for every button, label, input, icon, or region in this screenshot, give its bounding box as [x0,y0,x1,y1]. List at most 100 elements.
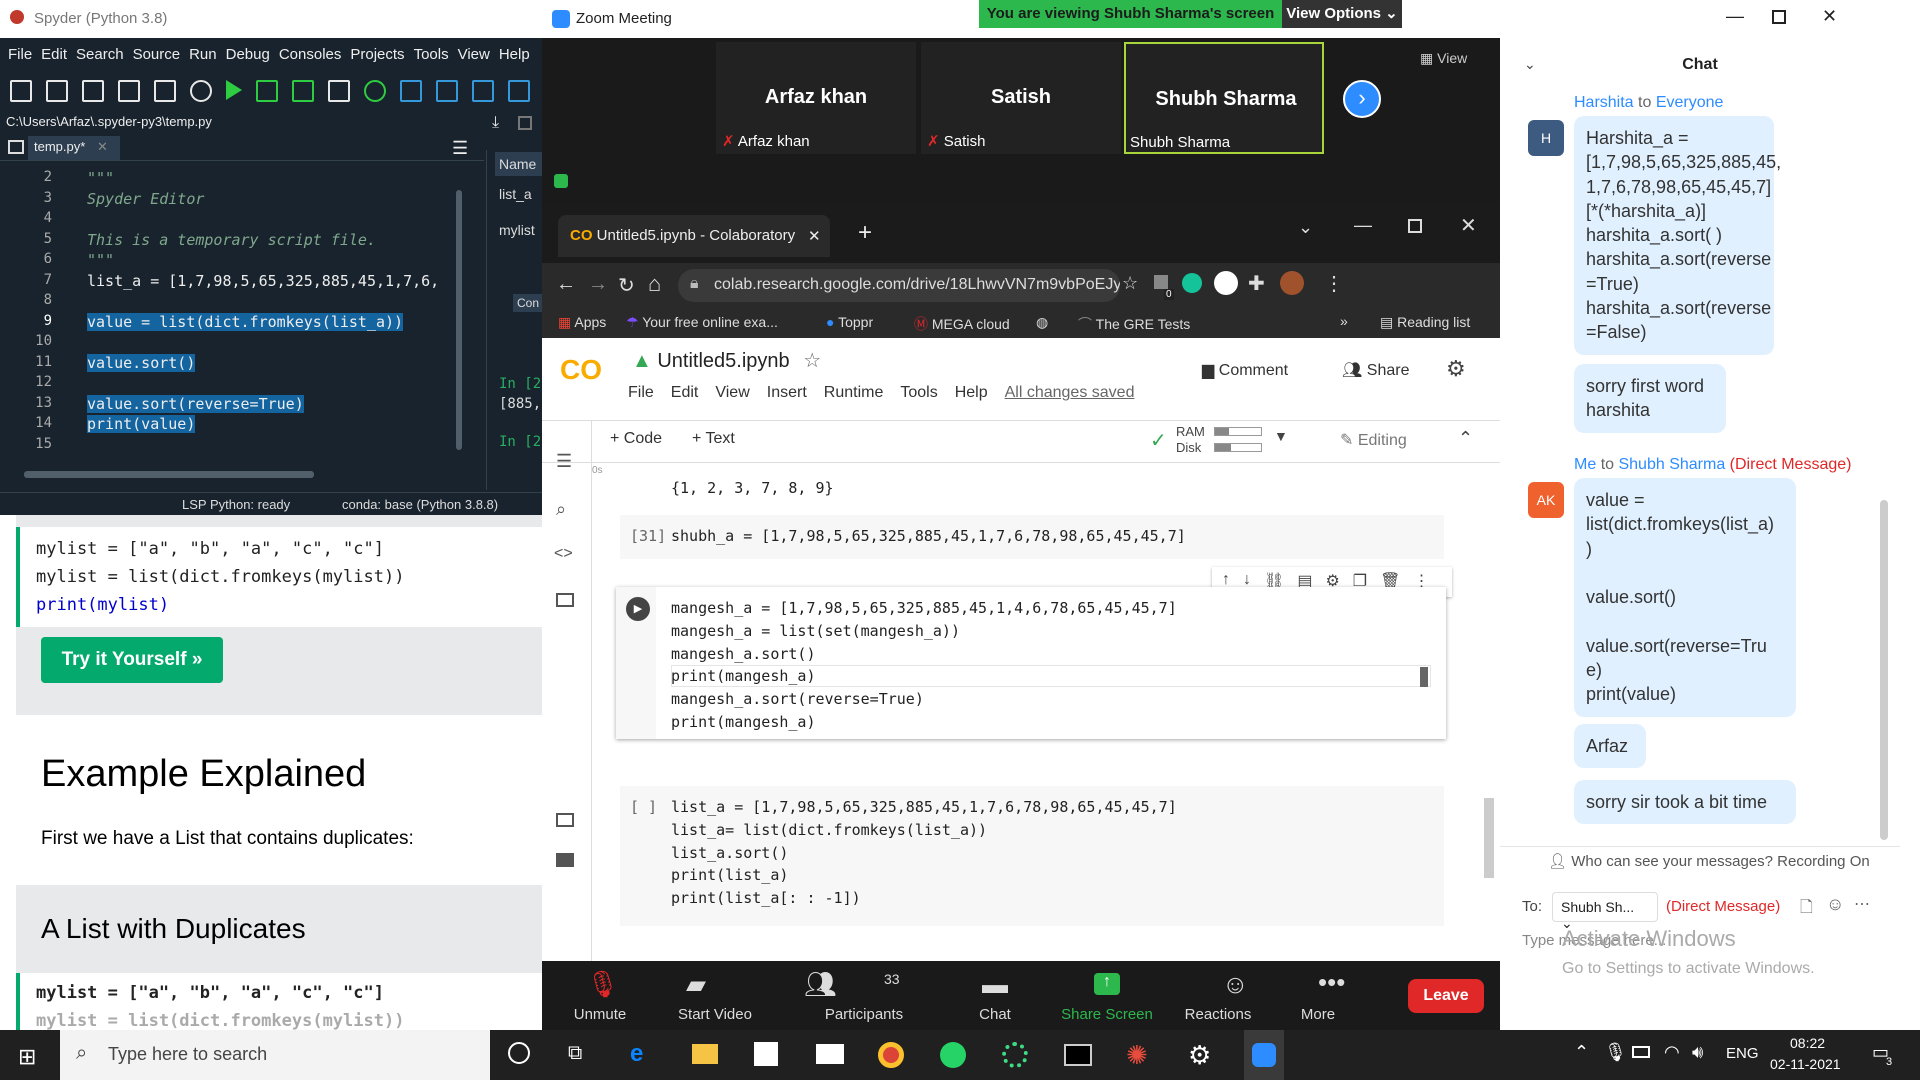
whatsapp-icon[interactable] [940,1042,966,1068]
more-button[interactable]: More [1298,1006,1338,1023]
cortana-icon[interactable] [508,1042,530,1064]
close-window-icon[interactable]: ✕ [1460,213,1477,238]
reading-list[interactable]: ▤ Reading list [1380,314,1470,331]
chrome-icon[interactable] [878,1042,904,1068]
step-into-icon[interactable] [472,80,494,102]
step-out-icon[interactable] [508,80,530,102]
forward-icon[interactable]: → [588,273,608,296]
add-code-button[interactable]: + Code [610,430,662,448]
extension-icon[interactable] [1154,275,1168,289]
chat-icon[interactable]: ▬ [982,969,1008,1000]
browse-tabs-icon[interactable] [8,140,24,154]
unmute-button[interactable]: Unmute [572,1006,628,1023]
bookmark-mega[interactable]: Ⓜ MEGA cloud [914,314,1010,334]
run-cell-icon[interactable] [256,80,278,102]
saved-status[interactable]: All changes saved [1005,384,1135,402]
start-video-button[interactable]: Start Video [673,1006,757,1023]
extensions-puzzle-icon[interactable]: ✚ [1248,271,1265,296]
close-tab-icon[interactable]: ✕ [808,227,821,245]
minimize-icon[interactable]: — [1726,6,1744,27]
address-bar[interactable]: 🔒︎ colab.research.google.com/drive/18Lhw… [678,269,1120,302]
cell-editor[interactable]: mangesh_a = [1,7,98,5,65,325,885,45,1,4,… [656,587,1446,739]
terminal-icon[interactable] [1064,1044,1092,1066]
run-cell-advance-icon[interactable] [292,80,314,102]
share-button[interactable]: 👥︎ Share [1342,360,1409,380]
download-icon[interactable]: ⤓ [492,114,499,132]
spyder-menu-help[interactable]: Help [499,46,530,64]
participants-button[interactable]: Participants [820,1006,908,1023]
new-file-icon[interactable] [10,80,32,102]
command-palette-icon[interactable] [556,813,574,827]
bookmark-toppr[interactable]: ● Toppr [826,314,873,330]
try-it-yourself-button[interactable]: Try it Yourself » [41,637,223,683]
grammarly-icon[interactable] [1182,273,1202,293]
notebook-scrollbar[interactable] [1484,798,1494,878]
bookmark-exam[interactable]: ☂ Your free online exa... [626,314,778,331]
list-icon[interactable] [154,80,176,102]
code-cell-active[interactable]: ▶ mangesh_a = [1,7,98,5,65,325,885,45,1,… [616,587,1446,739]
settings-icon[interactable]: ⚙ [1188,1040,1211,1071]
spyder-menu-run[interactable]: Run [189,46,217,64]
store-icon[interactable] [754,1042,778,1066]
settings-gear-icon[interactable]: ⚙ [1446,356,1466,382]
add-text-button[interactable]: + Text [692,430,735,448]
show-hidden-icons[interactable]: ⌃ [1574,1042,1589,1063]
spyder-menu-file[interactable]: File [8,46,32,64]
colab-menu-file[interactable]: File [628,384,654,402]
clock-date[interactable]: 02-11-2021 [1770,1056,1841,1072]
spyder-menu-source[interactable]: Source [133,46,181,64]
participant-tile-arfaz[interactable]: Arfaz khan ✗ Arfaz khan [716,42,916,154]
minimize-icon[interactable]: — [1354,215,1372,236]
terminal-icon[interactable] [556,853,574,867]
participant-tile-satish[interactable]: Satish ✗ Satish [921,42,1121,154]
wifi-icon[interactable]: ◠ [1664,1042,1680,1063]
reload-icon[interactable]: ↻ [618,273,635,298]
run-cell-icon[interactable]: ▶ [626,597,650,621]
spyder-menu-debug[interactable]: Debug [226,46,270,64]
save-all-icon[interactable] [118,80,140,102]
bookmark-star-icon[interactable]: ☆ [1122,273,1138,294]
participant-tile-shubh[interactable]: Shubh Sharma Shubh Sharma [1124,42,1324,154]
spyder-menu-search[interactable]: Search [76,46,124,64]
save-icon[interactable] [82,80,104,102]
next-page-arrow-icon[interactable]: › [1343,80,1381,118]
more-bookmarks-icon[interactable]: » [1340,313,1348,329]
task-view-icon[interactable]: ⧉ [568,1042,582,1065]
windows-start-icon[interactable]: ⊞ [18,1044,36,1070]
home-icon[interactable]: ⌂ [648,271,661,297]
taskbar-search[interactable]: ⌕ Type here to search [60,1030,490,1080]
extension-wheel-icon[interactable] [1214,271,1238,295]
volume-icon[interactable]: 🔊︎ [1692,1042,1703,1063]
zoom-taskbar-button[interactable] [1244,1030,1284,1080]
mic-muted-icon[interactable]: 🎙︎ [586,969,619,1000]
more-icon[interactable]: ••• [1318,967,1345,998]
colab-menu-view[interactable]: View [715,384,749,402]
editor-tab-temp[interactable]: temp.py* ✕ [28,136,120,160]
clock-time[interactable]: 08:22 [1790,1035,1825,1051]
colab-menu-insert[interactable]: Insert [767,384,807,402]
tab-search-icon[interactable]: ⌄ [1298,217,1313,238]
colab-logo[interactable]: CO [560,354,608,385]
share-screen-icon[interactable]: ↑ [1094,973,1120,995]
search-icon[interactable]: ⌕ [556,499,566,520]
editor-scrollbar[interactable] [456,190,462,450]
close-tab-icon[interactable]: ✕ [97,139,108,154]
code-editor[interactable]: """ Spyder Editor This is a temporary scri… [84,165,444,475]
emoji-icon[interactable]: ☺ [1826,894,1844,915]
reactions-icon[interactable]: ☺ [1222,969,1249,1000]
profile-avatar[interactable] [1280,271,1304,295]
code-snippets-icon[interactable]: <> [554,545,573,563]
leave-button[interactable]: Leave [1408,979,1484,1013]
privacy-notice[interactable]: 👤︎ Who can see your messages? Recording … [1548,852,1870,870]
battery-icon[interactable] [1632,1046,1650,1058]
share-screen-button[interactable]: Share Screen [1058,1006,1156,1023]
spyder-menu-edit[interactable]: Edit [41,46,67,64]
colab-menu-help[interactable]: Help [955,384,988,402]
more-options-icon[interactable]: ⋯ [1854,894,1870,914]
resources-indicator[interactable]: ✓ RAM Disk ▼ [1150,424,1290,458]
file-icon[interactable]: 🗋 [1800,896,1813,923]
comment-button[interactable]: ▆ Comment [1202,360,1288,380]
spyder-menu-view[interactable]: View [458,46,490,64]
back-icon[interactable]: ← [556,273,576,296]
mail-icon[interactable] [816,1044,844,1064]
